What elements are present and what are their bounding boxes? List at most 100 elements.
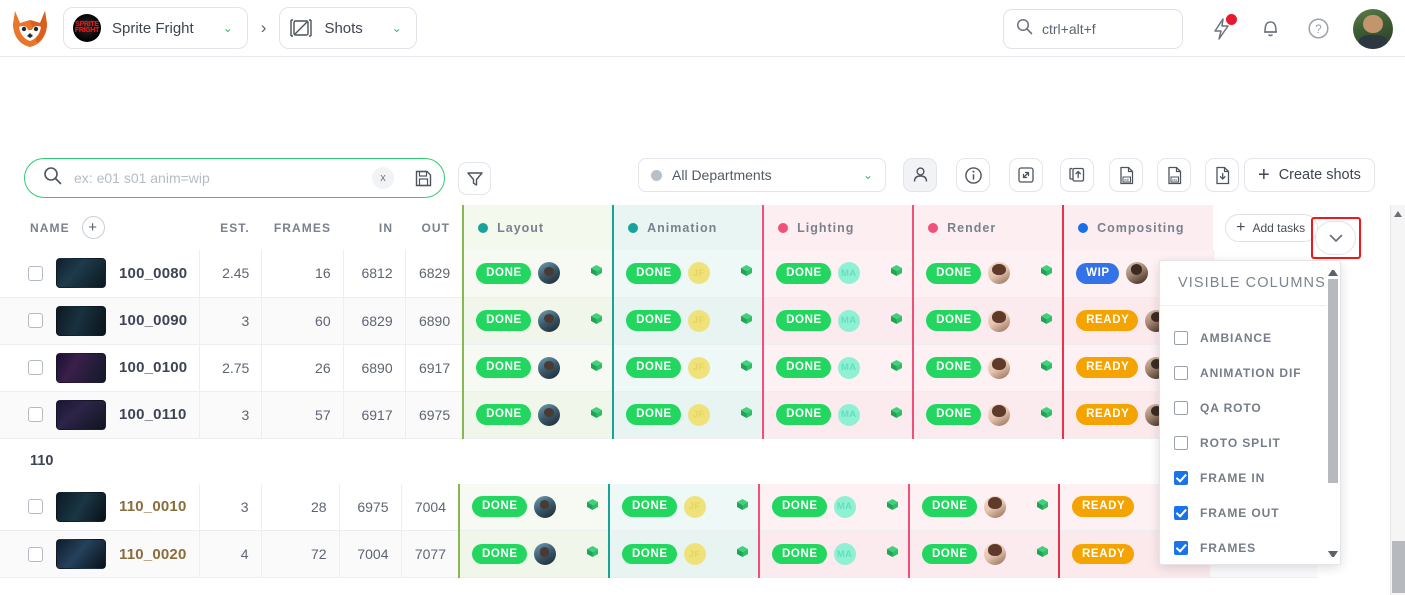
scrollbar-thumb[interactable] — [1392, 541, 1405, 593]
shot-name-cell[interactable]: 100_0090 — [0, 297, 201, 345]
visible-column-item[interactable]: ANIMATION DIF — [1160, 355, 1340, 390]
header-out[interactable]: OUT — [405, 205, 464, 250]
visible-column-checkbox[interactable] — [1174, 330, 1188, 345]
clear-search-button[interactable]: x — [372, 167, 394, 189]
shot-name-cell[interactable]: 100_0110 — [0, 391, 201, 439]
row-checkbox[interactable] — [28, 546, 43, 562]
task-status-badge[interactable]: DONE — [622, 543, 677, 565]
entity-selector[interactable]: Shots ⌄ — [279, 7, 417, 49]
header-task-lighting[interactable]: Lighting — [762, 205, 914, 250]
header-frames[interactable]: FRAMES — [261, 205, 344, 250]
row-checkbox[interactable] — [28, 360, 43, 375]
visible-column-item[interactable]: AMBIANCE — [1160, 320, 1340, 355]
info-button[interactable] — [956, 158, 990, 192]
visible-column-checkbox[interactable] — [1174, 435, 1188, 450]
department-filter-select[interactable]: All Departments ⌄ — [638, 158, 886, 192]
task-status-badge[interactable]: DONE — [776, 262, 831, 284]
frame-out-cell[interactable]: 7077 — [401, 530, 460, 578]
shot-name-cell[interactable]: 110_0020 — [0, 530, 200, 578]
scroll-up-arrow-icon[interactable] — [1328, 266, 1338, 276]
task-cell[interactable]: DONE MA — [762, 250, 914, 298]
scroll-down-arrow-icon[interactable] — [1328, 551, 1338, 561]
visible-column-checkbox[interactable] — [1174, 505, 1188, 520]
table-row[interactable]: 100_0100 2.75 26 6890 6917 DONE DONE JF DONE MA DO… — [0, 344, 1331, 392]
task-status-badge[interactable]: DONE — [476, 357, 531, 378]
task-status-badge[interactable]: DONE — [472, 543, 527, 565]
task-status-badge[interactable]: DONE — [926, 404, 981, 425]
frames-cell[interactable]: 28 — [261, 483, 340, 531]
visible-column-item[interactable]: FRAME IN — [1160, 460, 1340, 495]
task-status-badge[interactable]: DONE — [776, 357, 831, 378]
shot-thumbnail[interactable] — [56, 491, 106, 522]
task-status-badge[interactable]: DONE — [626, 404, 681, 425]
task-cell[interactable]: DONE MA — [758, 530, 910, 578]
task-status-badge[interactable]: READY — [1076, 310, 1139, 331]
shot-name-cell[interactable]: 110_0010 — [0, 483, 200, 531]
header-task-render[interactable]: Render — [912, 205, 1064, 250]
frame-in-cell[interactable]: 6975 — [339, 483, 402, 531]
upload-button[interactable] — [1060, 158, 1094, 192]
task-cell[interactable]: DONE — [462, 297, 614, 345]
task-status-badge[interactable]: DONE — [626, 310, 681, 331]
filter-funnel-button[interactable] — [458, 162, 491, 195]
est-cell[interactable]: 3 — [199, 297, 263, 345]
header-task-compositing[interactable]: Compositing — [1062, 205, 1214, 250]
scroll-up-arrow-icon[interactable] — [1394, 211, 1402, 217]
row-checkbox[interactable] — [28, 407, 43, 422]
visible-column-checkbox[interactable] — [1174, 365, 1188, 380]
frames-cell[interactable]: 72 — [261, 530, 340, 578]
task-cell[interactable]: DONE — [462, 391, 614, 439]
task-cell[interactable]: DONE JF — [612, 250, 764, 298]
task-cell[interactable]: DONE MA — [762, 297, 914, 345]
task-cell[interactable]: DONE — [908, 483, 1060, 531]
shot-name-cell[interactable]: 100_0100 — [0, 344, 201, 392]
task-cell[interactable]: DONE — [458, 483, 610, 531]
visible-column-checkbox[interactable] — [1174, 400, 1188, 415]
task-cell[interactable]: DONE — [912, 297, 1064, 345]
create-shots-button[interactable]: + Create shots — [1244, 158, 1375, 192]
task-status-badge[interactable]: DONE — [926, 262, 981, 284]
frames-cell[interactable]: 60 — [261, 297, 344, 345]
task-cell[interactable]: DONE JF — [612, 297, 764, 345]
frame-in-cell[interactable]: 7004 — [339, 530, 402, 578]
lightning-icon[interactable] — [1205, 12, 1239, 46]
table-row[interactable]: 100_0090 3 60 6829 6890 DONE DONE JF DONE MA DONE R… — [0, 297, 1331, 345]
visible-column-item[interactable]: FRAME OUT — [1160, 495, 1340, 530]
task-cell[interactable]: DONE — [912, 250, 1064, 298]
export-edl-button[interactable]: edl — [1109, 158, 1143, 192]
shot-thumbnail[interactable] — [56, 539, 106, 569]
task-status-badge[interactable]: DONE — [472, 496, 527, 518]
user-avatar[interactable] — [1353, 8, 1393, 49]
header-task-layout[interactable]: Layout — [462, 205, 614, 250]
est-cell[interactable]: 2.45 — [199, 250, 263, 298]
task-cell[interactable]: DONE — [912, 391, 1064, 439]
visible-column-checkbox[interactable] — [1174, 540, 1188, 555]
task-status-badge[interactable]: READY — [1076, 404, 1139, 425]
row-checkbox[interactable] — [28, 265, 43, 281]
frame-in-cell[interactable]: 6917 — [343, 391, 406, 439]
task-status-badge[interactable]: DONE — [776, 310, 831, 331]
download-button[interactable] — [1205, 158, 1239, 192]
task-status-badge[interactable]: DONE — [476, 262, 531, 284]
task-status-badge[interactable]: DONE — [926, 357, 981, 378]
task-status-badge[interactable]: READY — [1072, 543, 1135, 565]
table-row[interactable]: 100_0110 3 57 6917 6975 DONE DONE JF DONE MA DONE R… — [0, 391, 1331, 439]
task-status-badge[interactable]: DONE — [626, 357, 681, 378]
row-checkbox[interactable] — [28, 313, 43, 328]
frames-cell[interactable]: 26 — [261, 344, 344, 392]
project-selector[interactable]: SPRITE FRIGHT Sprite Fright ⌄ — [63, 7, 248, 49]
task-status-badge[interactable]: DONE — [476, 310, 531, 331]
task-status-badge[interactable]: DONE — [622, 496, 677, 518]
table-row[interactable]: 110_0010 3 28 6975 7004 DONE DONE JF DONE MA DONE R… — [0, 483, 1318, 531]
task-cell[interactable]: DONE — [912, 344, 1064, 392]
frames-cell[interactable]: 57 — [261, 391, 344, 439]
task-cell[interactable]: DONE — [462, 250, 614, 298]
table-row[interactable]: 110_0020 4 72 7004 7077 DONE DONE JF DONE MA DONE R… — [0, 530, 1318, 578]
page-scrollbar-vertical[interactable] — [1390, 205, 1405, 595]
est-cell[interactable]: 3 — [199, 391, 263, 439]
task-cell[interactable]: DONE JF — [608, 530, 760, 578]
visible-column-item[interactable]: FRAMES — [1160, 530, 1340, 564]
visible-column-item[interactable]: ROTO SPLIT — [1160, 425, 1340, 460]
shot-thumbnail[interactable] — [56, 399, 106, 430]
task-cell[interactable]: DONE JF — [608, 483, 760, 531]
